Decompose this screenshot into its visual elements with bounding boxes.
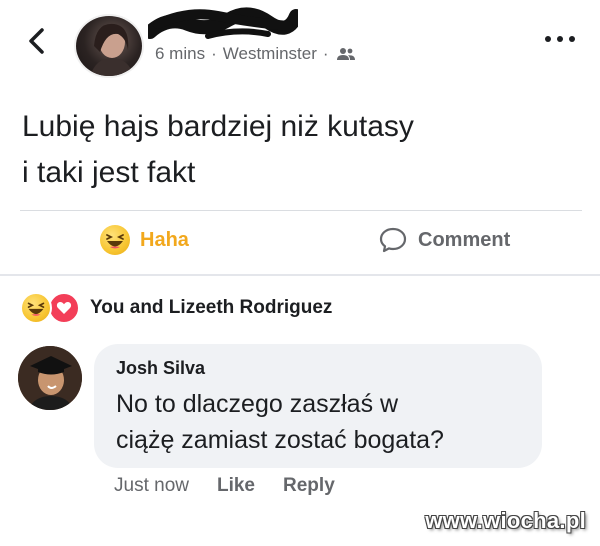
post-time[interactable]: 6 mins: [155, 44, 205, 64]
comment-actions: Just now Like Reply: [114, 475, 363, 497]
watermark: www.wiocha.pl: [425, 508, 586, 533]
author-avatar[interactable]: [76, 16, 142, 76]
redaction-scribble: [148, 7, 298, 39]
haha-label: Haha: [140, 228, 189, 251]
avatar-photo: [18, 346, 82, 410]
friends-icon[interactable]: [336, 47, 355, 61]
post-text: Lubię hajs bardziej niż kutasy i taki je…: [22, 104, 582, 196]
comment-text-line: ciążę zamiast zostać bogata?: [116, 426, 444, 454]
comment-button[interactable]: Comment: [378, 225, 510, 255]
more-dots-icon[interactable]: [540, 32, 580, 46]
meta-separator: ·: [322, 44, 329, 63]
post-text-line: i taki jest fakt: [22, 156, 196, 189]
reactions-summary[interactable]: You and Lizeeth Rodriguez: [20, 292, 332, 324]
commenter-avatar[interactable]: [18, 346, 82, 410]
comment-bubble-icon: [379, 227, 407, 253]
commenter-name[interactable]: Josh Silva: [116, 358, 205, 379]
comment-text: No to dlaczego zaszłaś w ciążę zamiast z…: [116, 386, 536, 458]
back-button[interactable]: [22, 24, 52, 58]
comment-time: Just now: [114, 475, 189, 496]
divider: [20, 210, 582, 211]
haha-emoji-icon: [100, 225, 130, 255]
post-text-line: Lubię hajs bardziej niż kutasy: [22, 110, 414, 143]
love-heart-icon: [48, 292, 80, 324]
avatar-photo: [90, 23, 134, 76]
post-meta: 6 mins · Westminster ·: [155, 44, 355, 64]
reply-link[interactable]: Reply: [283, 475, 335, 497]
reactions-text: You and Lizeeth Rodriguez: [90, 297, 333, 318]
section-separator: [0, 274, 600, 276]
comment-label: Comment: [418, 228, 511, 251]
haha-emoji-icon: [20, 292, 52, 324]
comment-text-line: No to dlaczego zaszłaś w: [116, 390, 399, 418]
like-link[interactable]: Like: [217, 475, 255, 497]
post-location[interactable]: Westminster: [223, 44, 317, 64]
meta-separator: ·: [211, 44, 217, 63]
chevron-left-icon: [29, 28, 44, 54]
haha-button[interactable]: Haha: [100, 225, 189, 255]
